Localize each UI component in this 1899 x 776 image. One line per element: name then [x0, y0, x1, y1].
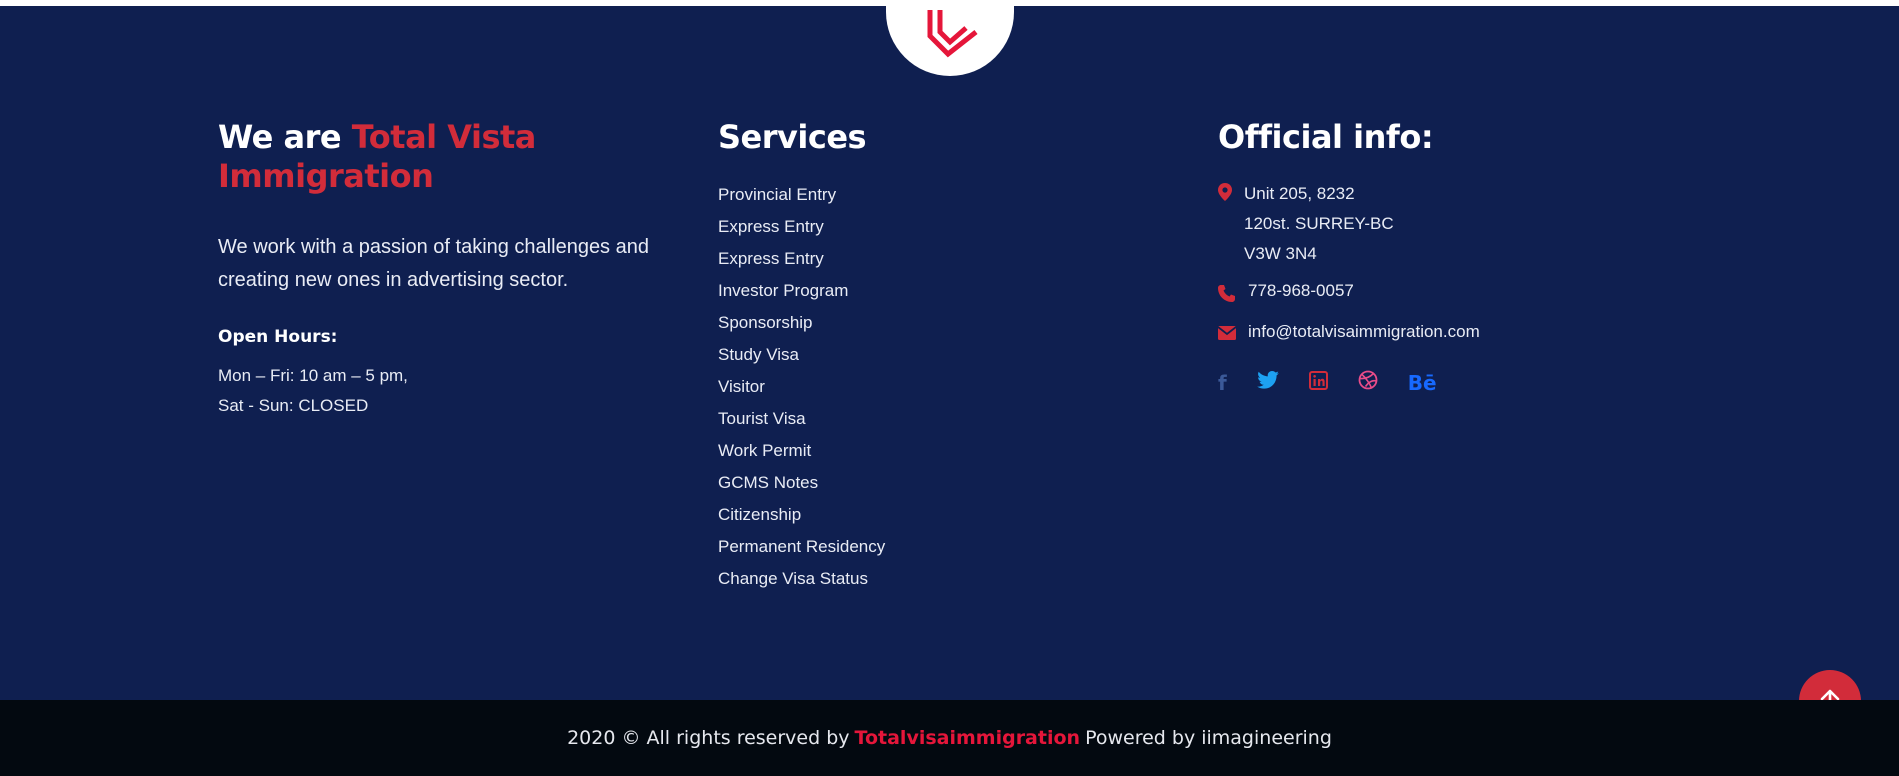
address-line: Unit 205, 8232 [1244, 184, 1355, 203]
phone-icon [1218, 281, 1248, 302]
info-heading: Official info: [1218, 118, 1434, 156]
about-heading: We are Total Vista Immigration [218, 118, 688, 196]
social-links: f Bē [1218, 370, 1618, 395]
hours-weekend: Sat - Sun: CLOSED [218, 396, 369, 415]
footer-main: We are Total Vista Immigration We work w… [0, 0, 1899, 732]
service-link[interactable]: Investor Program [718, 275, 1018, 307]
dribbble-icon[interactable] [1358, 370, 1378, 395]
copyright-prefix: 2020 © All rights reserved by [567, 727, 850, 749]
copyright-suffix: Powered by iimagineering [1085, 727, 1332, 749]
address-line: V3W 3N4 [1244, 244, 1317, 263]
map-marker-icon [1218, 179, 1244, 201]
address-text: Unit 205, 8232 120st. SURREY-BC V3W 3N4 [1244, 179, 1394, 269]
service-link[interactable]: Express Entry [718, 211, 1018, 243]
copyright-bar: 2020 © All rights reserved by Totalvisai… [0, 700, 1899, 776]
services-list: Provincial Entry Express Entry Express E… [718, 179, 1018, 595]
about-heading-prefix: We are [218, 118, 342, 156]
behance-icon[interactable]: Bē [1408, 372, 1437, 394]
phone-number[interactable]: 778-968-0057 [1248, 281, 1354, 301]
about-text: We work with a passion of taking challen… [218, 236, 649, 291]
brand-logo-icon [927, 10, 978, 58]
service-link[interactable]: Study Visa [718, 339, 1018, 371]
services-heading: Services [718, 118, 867, 156]
service-link[interactable]: GCMS Notes [718, 467, 1018, 499]
service-link[interactable]: Sponsorship [718, 307, 1018, 339]
service-link[interactable]: Work Permit [718, 435, 1018, 467]
twitter-icon[interactable] [1256, 371, 1279, 394]
about-column: We are Total Vista Immigration We work w… [218, 118, 688, 421]
services-column: Services Provincial Entry Express Entry … [718, 118, 1018, 595]
service-link[interactable]: Provincial Entry [718, 179, 1018, 211]
info-column: Official info: Unit 205, 8232 120st. SUR… [1218, 118, 1618, 395]
copyright-brand-link[interactable]: Totalvisaimmigration [855, 727, 1081, 749]
address-line: 120st. SURREY-BC [1244, 214, 1394, 233]
linkedin-icon[interactable] [1308, 370, 1328, 395]
address-row: Unit 205, 8232 120st. SURREY-BC V3W 3N4 [1218, 179, 1618, 269]
service-link[interactable]: Change Visa Status [718, 563, 1018, 595]
hours-weekday: Mon – Fri: 10 am – 5 pm, [218, 366, 408, 385]
facebook-icon[interactable]: f [1218, 372, 1227, 394]
service-link[interactable]: Tourist Visa [718, 403, 1018, 435]
open-hours: Mon – Fri: 10 am – 5 pm, Sat - Sun: CLOS… [218, 361, 688, 421]
open-hours-label: Open Hours: [218, 327, 338, 347]
service-link[interactable]: Citizenship [718, 499, 1018, 531]
logo-badge[interactable] [886, 0, 1014, 76]
email-address[interactable]: info@totalvisaimmigration.com [1248, 322, 1480, 342]
envelope-icon [1218, 322, 1248, 340]
email-row: info@totalvisaimmigration.com [1218, 322, 1618, 342]
service-link[interactable]: Visitor [718, 371, 1018, 403]
service-link[interactable]: Express Entry [718, 243, 1018, 275]
phone-row: 778-968-0057 [1218, 281, 1618, 302]
service-link[interactable]: Permanent Residency [718, 531, 1018, 563]
